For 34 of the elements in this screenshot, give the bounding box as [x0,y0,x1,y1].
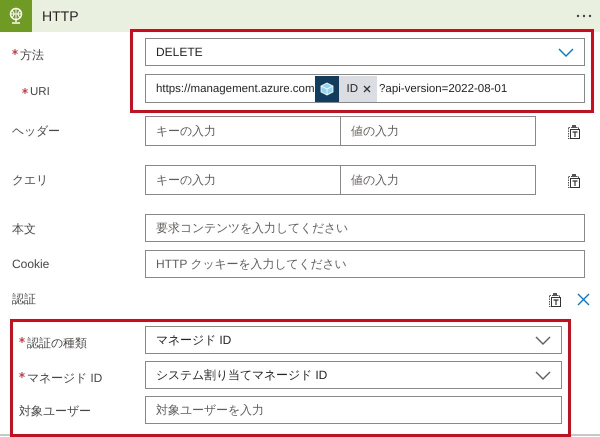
text-input[interactable]: HTTP クッキーを入力してください [145,250,585,278]
more-icon[interactable] [576,14,592,18]
field-label: マネージド ID [27,370,102,387]
cube-icon [318,80,335,96]
field-label: ヘッダー [12,123,60,140]
dropdown[interactable]: マネージド ID [145,326,562,354]
text-input[interactable]: 要求コンテンツを入力してください [145,214,585,242]
field-label: クエリ [12,172,48,189]
text-input[interactable]: 対象ユーザーを入力 [145,396,562,424]
dropdown[interactable]: DELETE [145,38,585,66]
text-mode-icon[interactable] [548,292,563,308]
dropdown[interactable]: システム割り当てマネージド ID [145,361,562,389]
field-label: 方法 [20,47,44,64]
field-label: 認証の種類 [27,335,87,352]
field-label: 本文 [12,221,36,238]
section-title: 認証 [12,291,36,308]
key-input[interactable]: キーの入力 [145,116,341,146]
uri-field[interactable]: https://management.azure.com ID ?api-version=2022-08-01 [145,74,585,103]
value-input[interactable]: 値の入力 [340,165,536,195]
token-chip[interactable]: ID [314,76,378,102]
key-input[interactable]: キーの入力 [145,165,341,195]
field-label: URI [30,86,50,98]
close-icon[interactable] [577,293,590,306]
chevron-down-icon [535,336,551,344]
value-input[interactable]: 値の入力 [340,116,536,146]
globe-icon [8,7,24,25]
remove-icon[interactable] [363,84,372,92]
text-mode-icon[interactable] [567,173,582,189]
chevron-down-icon [558,48,574,56]
field-label: Cookie [12,257,50,271]
chevron-down-icon [535,370,551,380]
field-label: 対象ユーザー [19,403,91,420]
text-mode-icon[interactable] [567,124,582,140]
card-title: HTTP [42,8,80,24]
